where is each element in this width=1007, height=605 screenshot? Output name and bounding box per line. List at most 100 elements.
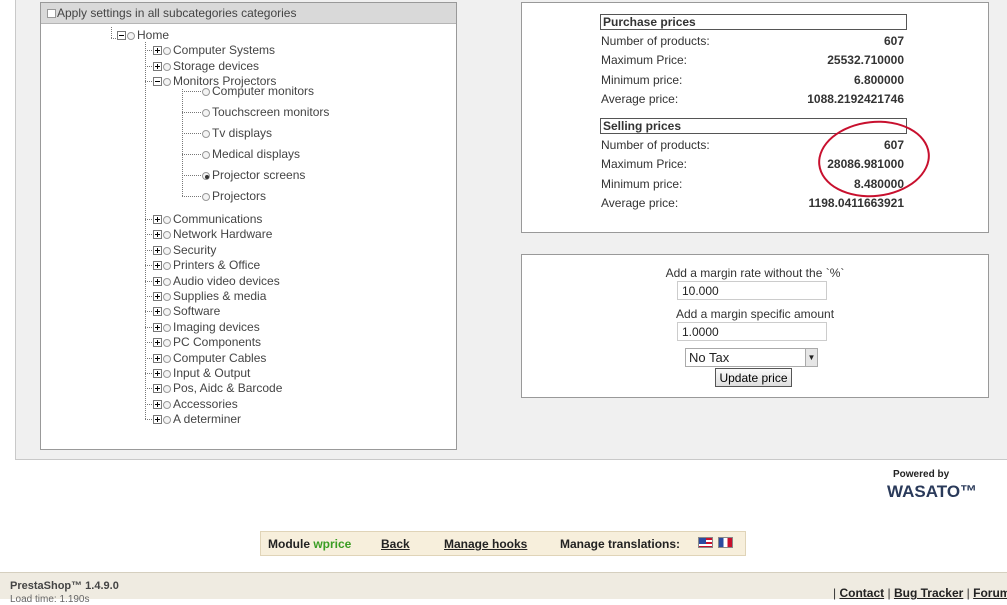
margin-form-panel: Add a margin rate without the `%` Add a … bbox=[521, 254, 989, 398]
purchase-row-value: 6.800000 bbox=[853, 72, 904, 87]
expand-icon[interactable] bbox=[153, 384, 162, 394]
category-radio[interactable] bbox=[127, 32, 135, 40]
tree-node[interactable]: Computer Systems bbox=[153, 42, 275, 58]
category-radio[interactable] bbox=[163, 262, 171, 271]
manage-translations-label: Manage translations: bbox=[560, 537, 681, 551]
tree-node[interactable]: Home bbox=[117, 27, 169, 43]
tree-node[interactable]: Computer monitors bbox=[202, 83, 314, 99]
expand-icon[interactable] bbox=[153, 369, 162, 378]
category-radio[interactable] bbox=[163, 323, 171, 332]
tree-node[interactable]: Pos, Aidc & Barcode bbox=[153, 380, 282, 396]
tree-node[interactable]: Printers & Office bbox=[153, 257, 260, 273]
expand-icon[interactable] bbox=[153, 46, 162, 55]
french-flag-icon[interactable] bbox=[718, 537, 733, 548]
tree-node[interactable]: Software bbox=[153, 303, 220, 319]
back-link[interactable]: Back bbox=[381, 537, 410, 551]
expand-icon[interactable] bbox=[153, 307, 162, 317]
category-radio[interactable] bbox=[163, 216, 171, 224]
collapse-icon[interactable] bbox=[117, 31, 126, 40]
tree-node[interactable]: Communications bbox=[153, 211, 262, 227]
tree-node-label: Computer Cables bbox=[173, 350, 267, 365]
tree-connector bbox=[145, 388, 152, 390]
expand-icon[interactable] bbox=[153, 353, 162, 363]
tree-node[interactable]: Storage devices bbox=[153, 58, 259, 74]
expand-icon[interactable] bbox=[153, 276, 162, 286]
category-radio[interactable] bbox=[163, 416, 171, 425]
tree-node[interactable]: Projector screens bbox=[202, 167, 305, 183]
bug-tracker-link[interactable]: Bug Tracker bbox=[894, 586, 963, 600]
category-radio[interactable] bbox=[202, 172, 210, 180]
category-radio[interactable] bbox=[202, 88, 210, 96]
category-radio[interactable] bbox=[163, 47, 171, 55]
expand-icon[interactable] bbox=[153, 245, 162, 255]
manage-hooks-link[interactable]: Manage hooks bbox=[444, 537, 527, 551]
wasato-logo: WASATO™ bbox=[887, 482, 978, 501]
tree-node-label: Projectors bbox=[212, 189, 267, 203]
tree-node[interactable]: Audio video devices bbox=[153, 273, 280, 289]
contact-link[interactable]: Contact bbox=[839, 586, 884, 600]
dropdown-arrow-icon[interactable]: ▼ bbox=[805, 349, 817, 366]
category-radio[interactable] bbox=[202, 151, 210, 159]
expand-icon[interactable] bbox=[153, 322, 162, 332]
category-radio[interactable] bbox=[202, 109, 210, 117]
tree-node[interactable]: Projectors bbox=[202, 188, 266, 204]
category-radio[interactable] bbox=[163, 277, 171, 286]
expand-icon[interactable] bbox=[153, 399, 162, 409]
selling-row-label: Minimum price: bbox=[601, 176, 683, 191]
tree-node[interactable]: Input & Output bbox=[153, 365, 250, 381]
tree-node[interactable]: Accessories bbox=[153, 396, 238, 412]
expand-icon[interactable] bbox=[153, 292, 162, 301]
expand-icon[interactable] bbox=[153, 61, 162, 71]
selling-row-label: Number of products: bbox=[601, 138, 710, 152]
category-tree: Home Computer Systems Storage devices Monit… bbox=[41, 3, 456, 449]
tree-node[interactable]: PC Components bbox=[153, 334, 261, 350]
tree-connector bbox=[145, 50, 152, 51]
collapse-icon[interactable] bbox=[153, 77, 162, 86]
tree-node[interactable]: Tv displays bbox=[202, 125, 272, 141]
expand-icon[interactable] bbox=[153, 215, 162, 224]
tree-node[interactable]: Computer Cables bbox=[153, 350, 266, 366]
category-radio[interactable] bbox=[163, 62, 171, 71]
margin-amount-input[interactable] bbox=[677, 322, 827, 341]
tree-node-label: Home bbox=[137, 28, 170, 42]
tree-node[interactable]: Supplies & media bbox=[153, 288, 266, 304]
tree-node[interactable]: Medical displays bbox=[202, 146, 300, 162]
category-radio[interactable] bbox=[163, 354, 171, 363]
tree-node[interactable]: Security bbox=[153, 242, 216, 258]
category-radio[interactable] bbox=[202, 193, 210, 201]
expand-icon[interactable] bbox=[153, 230, 162, 240]
tree-connector bbox=[145, 357, 152, 359]
purchase-row-label: Average price: bbox=[601, 91, 679, 106]
purchase-row-value: 25532.710000 bbox=[827, 53, 904, 68]
module-title: Module wprice bbox=[268, 537, 351, 551]
category-radio[interactable] bbox=[202, 130, 210, 138]
category-radio[interactable] bbox=[163, 400, 171, 409]
update-price-button[interactable]: Update price bbox=[715, 368, 792, 387]
forum-link[interactable]: Forum bbox=[973, 586, 1007, 600]
tree-connector bbox=[182, 133, 201, 134]
module-footer-bar: Module wprice Back Manage hooks Manage t… bbox=[260, 531, 746, 556]
category-radio[interactable] bbox=[163, 385, 171, 394]
tree-node-label: Accessories bbox=[173, 396, 238, 411]
expand-icon[interactable] bbox=[153, 415, 162, 425]
tree-node-label: Supplies & media bbox=[173, 289, 267, 303]
expand-icon[interactable] bbox=[153, 261, 162, 271]
category-radio[interactable] bbox=[163, 339, 171, 348]
english-flag-icon[interactable] bbox=[698, 537, 713, 548]
tree-node[interactable]: Touchscreen monitors bbox=[202, 104, 329, 120]
category-radio[interactable] bbox=[163, 246, 171, 255]
category-radio[interactable] bbox=[163, 231, 171, 240]
expand-icon[interactable] bbox=[153, 338, 162, 348]
selling-row-label: Average price: bbox=[601, 195, 679, 210]
footer-links: | Contact | Bug Tracker | Forum bbox=[833, 586, 1007, 600]
tree-node[interactable]: Imaging devices bbox=[153, 319, 260, 335]
tax-select[interactable]: No Tax ▼ bbox=[685, 348, 818, 367]
tree-connector bbox=[182, 91, 201, 92]
category-radio[interactable] bbox=[163, 78, 171, 86]
tree-node[interactable]: Network Hardware bbox=[153, 226, 272, 242]
tree-node[interactable]: A determiner bbox=[153, 411, 241, 427]
category-radio[interactable] bbox=[163, 293, 171, 301]
category-radio[interactable] bbox=[163, 370, 171, 378]
category-radio[interactable] bbox=[163, 308, 171, 317]
margin-rate-input[interactable] bbox=[677, 281, 827, 300]
